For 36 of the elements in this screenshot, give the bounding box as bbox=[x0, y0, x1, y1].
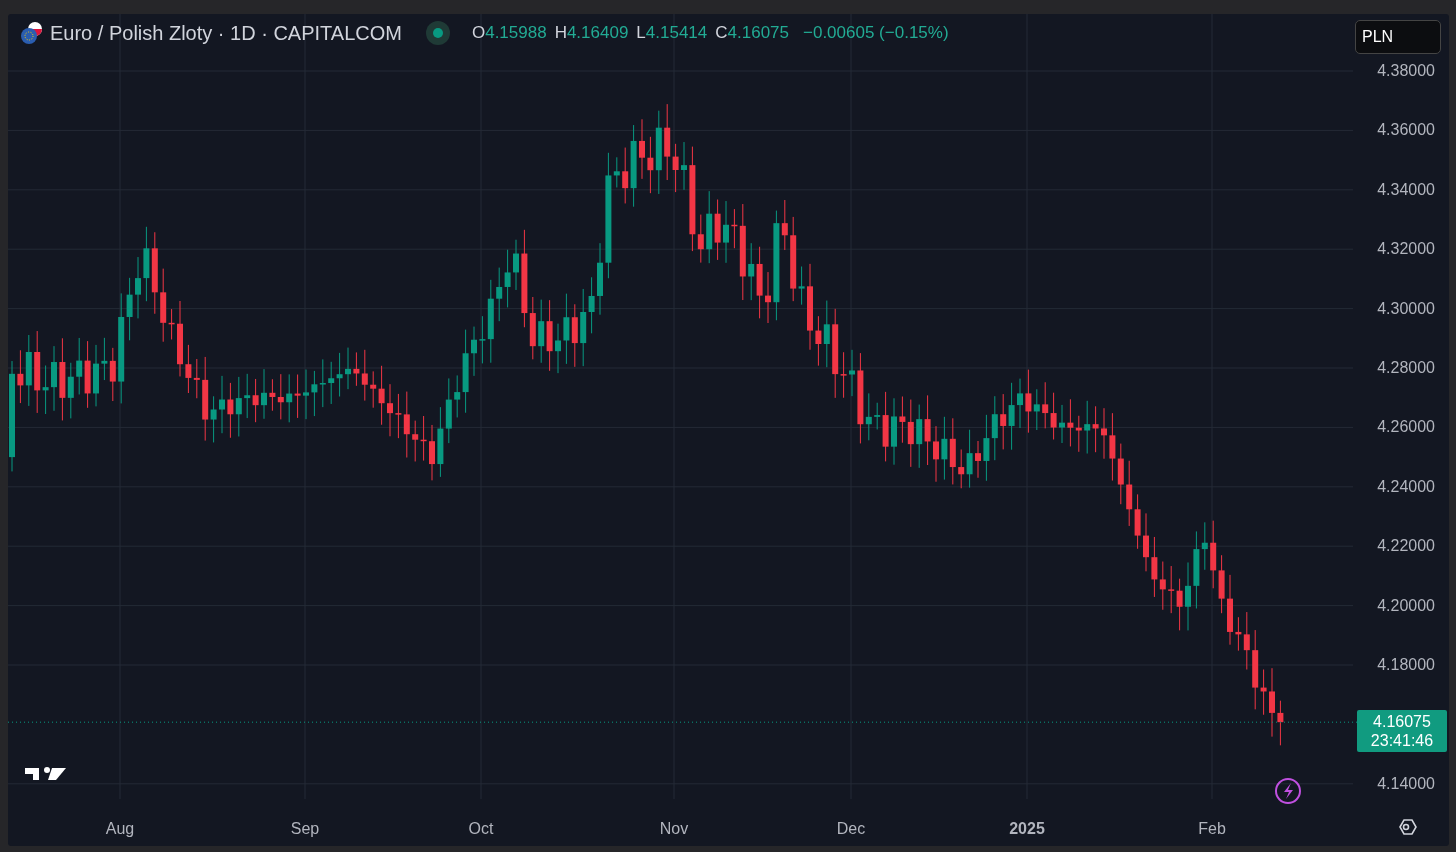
ohlc-label: L bbox=[636, 23, 646, 43]
price-tick: 4.34000 bbox=[1377, 179, 1435, 200]
price-change: −0.00605 (−0.15%) bbox=[803, 22, 949, 45]
flag-icon bbox=[20, 21, 44, 45]
ohlc-label: O bbox=[471, 23, 486, 43]
time-label: Aug bbox=[105, 819, 135, 839]
currency-select[interactable]: PLN bbox=[1355, 20, 1441, 54]
time-label: Nov bbox=[659, 819, 689, 839]
price-tick: 4.36000 bbox=[1377, 120, 1435, 141]
price-tick: 4.22000 bbox=[1377, 536, 1435, 557]
time-label: Oct bbox=[468, 819, 494, 839]
bar-countdown: 23:41:46 bbox=[1370, 732, 1434, 750]
time-label: Sep bbox=[290, 819, 320, 839]
symbol-title[interactable]: Euro / Polish Zloty · 1D · CAPITALCOM bbox=[50, 18, 402, 48]
price-tick: 4.28000 bbox=[1377, 358, 1435, 378]
price-tick: 4.26000 bbox=[1377, 417, 1435, 438]
ohlc-value: 4.15414 bbox=[645, 23, 708, 43]
price-tick: 4.20000 bbox=[1377, 595, 1435, 616]
time-label: 2025 bbox=[1009, 819, 1045, 839]
last-price: 4.16075 bbox=[1373, 713, 1431, 731]
ohlc-label: C bbox=[715, 23, 728, 43]
settings-icon[interactable] bbox=[1399, 819, 1417, 835]
time-label: Feb bbox=[1198, 819, 1226, 839]
ohlc-value: 4.16075 bbox=[727, 23, 789, 43]
price-tick: 4.18000 bbox=[1377, 655, 1435, 675]
logo-icon bbox=[25, 767, 66, 780]
ohlc-label: H bbox=[554, 23, 567, 43]
price-tick: 4.24000 bbox=[1377, 476, 1435, 497]
ohlc-value: 4.16409 bbox=[566, 23, 629, 43]
price-tick: 4.30000 bbox=[1377, 298, 1435, 319]
price-tick: 4.14000 bbox=[1377, 773, 1435, 794]
lightning-icon[interactable] bbox=[1275, 778, 1301, 804]
ohlc-value: 4.15988 bbox=[485, 23, 547, 43]
price-tick: 4.32000 bbox=[1377, 239, 1435, 260]
price-tick: 4.38000 bbox=[1377, 61, 1435, 81]
time-label: Dec bbox=[836, 819, 866, 839]
